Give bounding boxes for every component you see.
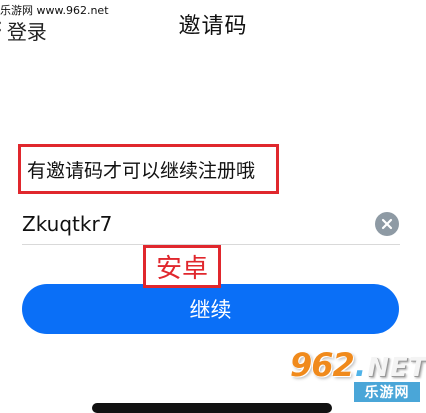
- site-logo: 962 . NET 乐游网: [290, 346, 426, 404]
- home-indicator[interactable]: [92, 403, 332, 413]
- continue-button[interactable]: 继续: [22, 284, 399, 334]
- clear-input-button[interactable]: [375, 212, 399, 236]
- instruction-text: 有邀请码才可以继续注册哦: [18, 144, 279, 194]
- logo-net: NET: [367, 353, 426, 383]
- logo-dot: .: [354, 349, 367, 384]
- android-annotation-label: 安卓: [143, 245, 221, 288]
- logo-digits: 962: [290, 346, 355, 384]
- invite-code-input[interactable]: [22, 206, 372, 242]
- logo-site-name: 乐游网: [354, 382, 420, 402]
- close-icon: [381, 218, 393, 230]
- watermark-text: 乐游网 www.962.net: [0, 4, 109, 17]
